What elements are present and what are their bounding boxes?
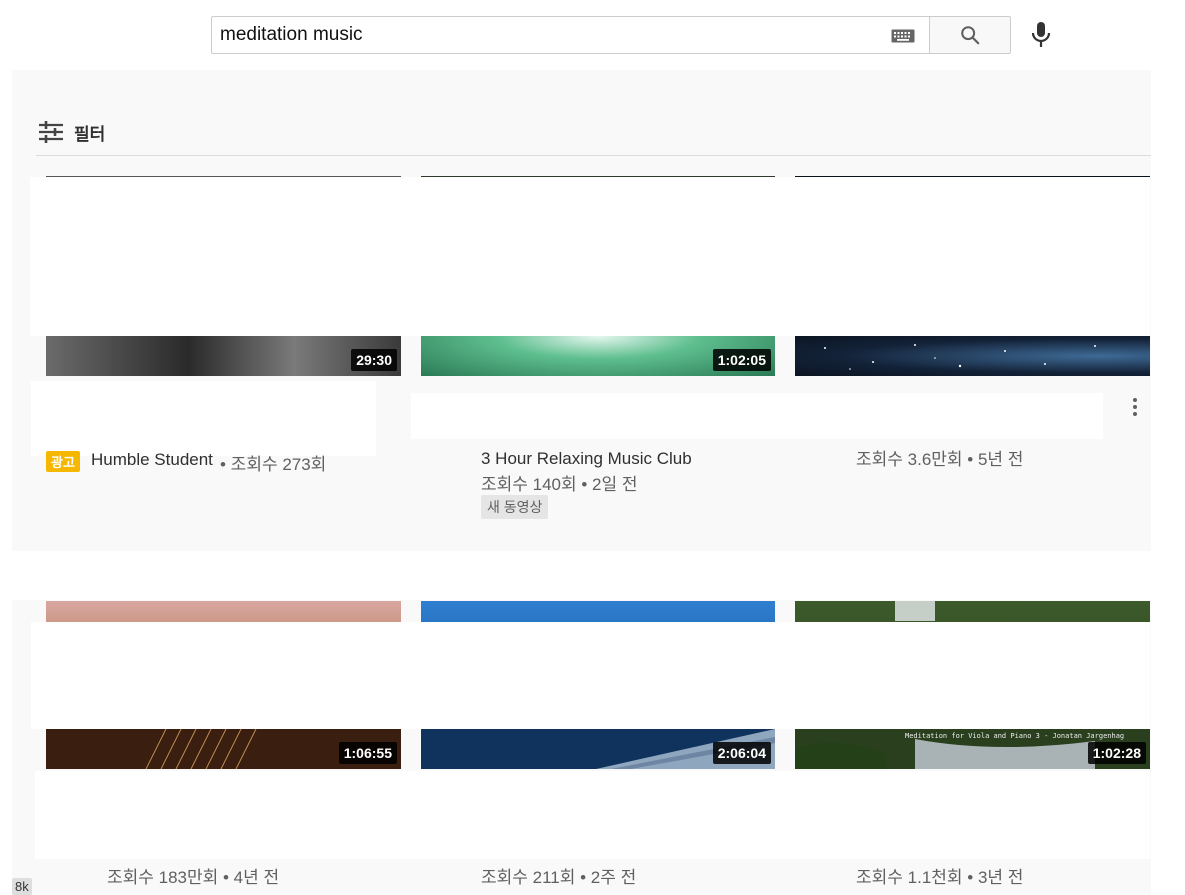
- new-video-badge: 새 동영상: [481, 495, 549, 519]
- redacted-region: [31, 381, 376, 456]
- video-views: 조회수 140회 • 2일 전: [481, 475, 638, 494]
- stars-decoration: [824, 344, 1096, 370]
- redacted-region: [411, 393, 1103, 439]
- search-icon: [961, 26, 980, 45]
- mic-icon: [1031, 22, 1051, 47]
- video-views: 조회수 3.6만회 • 5년 전: [856, 450, 1024, 469]
- video-views: 조회수 183만회 • 4년 전: [107, 868, 280, 887]
- redacted-region: [31, 622, 1150, 729]
- video-views: 조회수 1.1천회 • 3년 전: [856, 868, 1024, 887]
- voice-search-button[interactable]: [1025, 16, 1057, 54]
- channel-name[interactable]: Humble Student: [91, 450, 213, 470]
- tune-icon: [39, 121, 63, 143]
- search-input[interactable]: [211, 16, 930, 54]
- video-duration: 1:06:55: [338, 742, 397, 764]
- search-bar: [211, 16, 1011, 54]
- video-duration: 29:30: [351, 349, 397, 371]
- video-views: 조회수 211회 • 2주 전: [481, 868, 637, 887]
- redacted-region: [30, 177, 1150, 336]
- redacted-region: [35, 771, 1150, 859]
- keyboard-icon[interactable]: [891, 29, 915, 43]
- thumbnail-caption: Meditation for Viola and Piano 3 - Jonat…: [905, 732, 1125, 740]
- more-options-button[interactable]: [1124, 393, 1146, 421]
- video-duration: 2:06:04: [712, 742, 771, 764]
- channel-name[interactable]: 3 Hour Relaxing Music Club: [481, 449, 692, 469]
- video-duration: 1:02:05: [712, 349, 771, 371]
- divider: [36, 155, 1151, 156]
- video-views: • 조회수 273회: [220, 455, 327, 474]
- ad-badge: 광고: [46, 451, 80, 472]
- search-button[interactable]: [929, 16, 1011, 54]
- video-duration: 1:02:28: [1087, 742, 1146, 764]
- filter-button[interactable]: 필터: [38, 118, 105, 146]
- filter-label: 필터: [74, 124, 106, 144]
- row-separator: [0, 551, 1185, 600]
- corner-tag: 8k: [12, 878, 32, 895]
